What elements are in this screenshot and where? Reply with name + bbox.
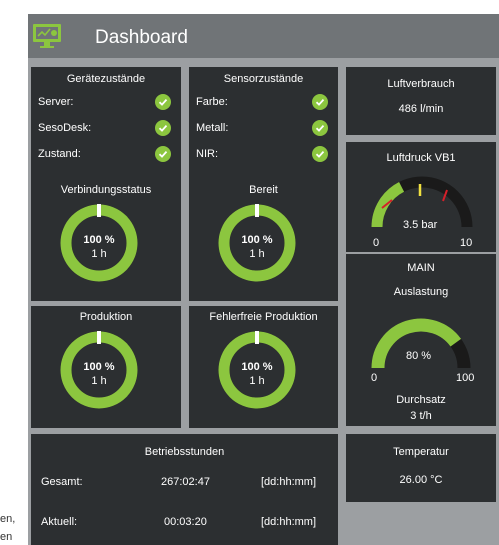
list-item: NIR: [189, 146, 338, 164]
connection-status-time: 1 h [91, 248, 107, 260]
check-icon [312, 94, 328, 110]
connection-status-percent: 100 % [83, 234, 115, 246]
temperature-title: Temperatur [393, 446, 449, 458]
check-icon [155, 120, 171, 136]
header-bar: Dashboard [28, 14, 499, 58]
total-label: Gesamt: [41, 476, 83, 488]
ready-title: Bereit [249, 184, 278, 196]
background-text-1: en, [0, 513, 16, 525]
list-item: Farbe: [189, 94, 338, 112]
faultless-production-title: Fehlerfreie Produktion [209, 311, 318, 323]
faultless-production-card: Fehlerfreie Produktion 100 % 1 h [189, 306, 338, 428]
total-value: 267:02:47 [161, 476, 210, 488]
main-card: MAIN Auslastung 80 % 0 100 Durchsatz 3 t… [346, 254, 496, 426]
production-card: Produktion 100 % 1 h [31, 306, 181, 428]
faultless-production-time: 1 h [249, 375, 265, 387]
main-value: 80 % [406, 350, 432, 362]
air-consumption-title: Luftverbrauch [387, 78, 455, 90]
ready-percent: 100 % [241, 234, 273, 246]
current-label: Aktuell: [41, 516, 78, 528]
current-unit: [dd:hh:mm] [261, 516, 317, 528]
production-percent: 100 % [83, 361, 115, 373]
list-item: Zustand: [31, 146, 181, 164]
current-value: 00:03:20 [164, 516, 207, 528]
temperature-card: Temperatur 26.00 °C [346, 434, 496, 502]
background-text-2: en [0, 531, 13, 543]
connection-status-card: Verbindungsstatus 100 % 1 h [31, 179, 181, 301]
server-label: Server: [38, 96, 74, 108]
check-icon [312, 146, 328, 162]
faultless-production-percent: 100 % [241, 361, 273, 373]
zustand-label: Zustand: [38, 148, 81, 160]
production-values: 100 % 1 h [59, 360, 139, 388]
dashboard-window: Dashboard Gerätezustände Server: SesoDes… [28, 14, 499, 545]
air-pressure-value: 3.5 bar [403, 219, 438, 231]
main-min: 0 [371, 372, 378, 384]
throughput-value: 3 t/h [410, 410, 432, 422]
temperature-value: 26.00 °C [399, 474, 443, 486]
sesodesk-label: SesoDesk: [38, 122, 92, 134]
air-pressure-gauge [371, 176, 473, 228]
faultless-production-values: 100 % 1 h [217, 360, 297, 388]
air-pressure-gauge-fill [371, 182, 405, 228]
list-item: Server: [31, 94, 181, 112]
check-icon [155, 94, 171, 110]
ready-values: 100 % 1 h [217, 233, 297, 261]
nir-label: NIR: [196, 148, 218, 160]
connection-status-values: 100 % 1 h [59, 233, 139, 261]
air-consumption-card: Luftverbrauch 486 l/min [346, 67, 496, 135]
connection-status-title: Verbindungsstatus [60, 184, 152, 196]
sensor-status-title: Sensorzustände [223, 73, 304, 85]
device-status-title: Gerätezustände [66, 73, 146, 85]
production-title: Produktion [79, 311, 133, 323]
ready-card: Bereit 100 % 1 h [189, 179, 338, 301]
device-status-card: Gerätezustände Server: SesoDesk: Zustand… [31, 67, 181, 179]
operating-hours-card: Betriebsstunden Gesamt: 267:02:47 [dd:hh… [31, 434, 338, 545]
check-icon [312, 120, 328, 136]
metall-label: Metall: [196, 122, 229, 134]
monitor-chart-icon[interactable] [32, 22, 62, 50]
throughput-label: Durchsatz [396, 394, 446, 406]
operating-hours-title: Betriebsstunden [144, 446, 225, 458]
air-pressure-max: 10 [460, 237, 473, 249]
air-pressure-card: Luftdruck VB1 3.5 bar 0 10 [346, 142, 496, 252]
air-consumption-value: 486 l/min [398, 103, 444, 115]
ready-time: 1 h [249, 248, 265, 260]
list-item: Metall: [189, 120, 338, 138]
sensor-status-card: Sensorzustände Farbe: Metall: NIR: [189, 67, 338, 179]
main-max: 100 [456, 372, 475, 384]
production-time: 1 h [91, 375, 107, 387]
air-pressure-min: 0 [373, 237, 380, 249]
check-icon [155, 146, 171, 162]
page-title: Dashboard [95, 27, 188, 48]
farbe-label: Farbe: [196, 96, 228, 108]
list-item: SesoDesk: [31, 120, 181, 138]
total-unit: [dd:hh:mm] [261, 476, 317, 488]
